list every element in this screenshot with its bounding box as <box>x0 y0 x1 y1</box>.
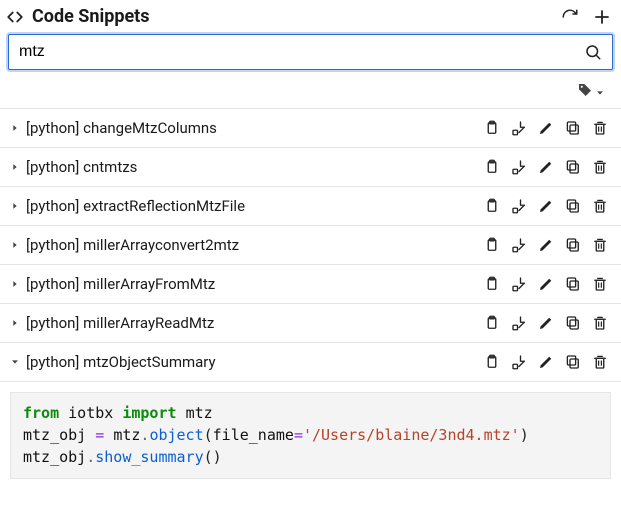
code-icon <box>6 8 24 26</box>
caret-right-icon[interactable] <box>8 162 22 172</box>
edit-button[interactable] <box>537 275 555 293</box>
delete-button[interactable] <box>591 275 609 293</box>
caret-down-icon[interactable] <box>8 357 22 367</box>
duplicate-button[interactable] <box>564 158 582 176</box>
code-paren: ) <box>520 426 529 444</box>
row-actions <box>483 275 609 293</box>
copy-button[interactable] <box>483 314 501 332</box>
search-wrap <box>0 31 621 72</box>
delete-button[interactable] <box>591 158 609 176</box>
panel-title: Code Snippets <box>32 6 150 27</box>
delete-button[interactable] <box>591 353 609 371</box>
row-actions <box>483 158 609 176</box>
code-paren: ( <box>204 448 213 466</box>
copy-button[interactable] <box>483 353 501 371</box>
delete-button[interactable] <box>591 197 609 215</box>
code-string: '/Users/blaine/3nd4.mtz' <box>303 426 520 444</box>
snippet-label: [python] extractReflectionMtzFile <box>26 197 483 215</box>
snippet-row[interactable]: [python] extractReflectionMtzFile <box>0 187 621 226</box>
insert-button[interactable] <box>510 119 528 137</box>
code-receiver: mtz <box>113 426 140 444</box>
code-fn: show_summary <box>95 448 203 466</box>
panel-header: Code Snippets <box>0 0 621 31</box>
edit-button[interactable] <box>537 236 555 254</box>
search-box[interactable] <box>8 34 613 70</box>
code-paren: ( <box>204 426 213 444</box>
code-keyword: from <box>23 404 59 422</box>
caret-right-icon[interactable] <box>8 201 22 211</box>
insert-button[interactable] <box>510 236 528 254</box>
edit-button[interactable] <box>537 119 555 137</box>
header-actions <box>561 8 611 26</box>
tag-icon <box>577 82 593 102</box>
copy-button[interactable] <box>483 197 501 215</box>
caret-right-icon[interactable] <box>8 318 22 328</box>
copy-button[interactable] <box>483 275 501 293</box>
caret-right-icon[interactable] <box>8 240 22 250</box>
copy-button[interactable] <box>483 119 501 137</box>
row-actions <box>483 314 609 332</box>
insert-button[interactable] <box>510 197 528 215</box>
snippet-label: [python] millerArrayFromMtz <box>26 275 483 293</box>
copy-button[interactable] <box>483 236 501 254</box>
code-paren: ) <box>213 448 222 466</box>
code-block: from iotbx import mtz mtz_obj = mtz. obje… <box>10 392 611 479</box>
code-receiver: mtz_obj <box>23 448 86 466</box>
duplicate-button[interactable] <box>564 314 582 332</box>
snippet-label: [python] cntmtzs <box>26 158 483 176</box>
snippet-label: [python] mtzObjectSummary <box>26 353 483 371</box>
refresh-button[interactable] <box>561 8 579 26</box>
delete-button[interactable] <box>591 119 609 137</box>
code-keyword: import <box>122 404 176 422</box>
code-argname: file_name <box>213 426 294 444</box>
copy-button[interactable] <box>483 158 501 176</box>
code-eq: = <box>95 426 104 444</box>
code-eq: = <box>294 426 303 444</box>
duplicate-button[interactable] <box>564 197 582 215</box>
row-actions <box>483 119 609 137</box>
row-actions <box>483 353 609 371</box>
search-icon[interactable] <box>584 43 602 61</box>
delete-button[interactable] <box>591 314 609 332</box>
duplicate-button[interactable] <box>564 236 582 254</box>
code-dot: . <box>86 448 95 466</box>
insert-button[interactable] <box>510 314 528 332</box>
insert-button[interactable] <box>510 158 528 176</box>
code-fn: object <box>149 426 203 444</box>
row-actions <box>483 197 609 215</box>
snippet-label: [python] millerArrayReadMtz <box>26 314 483 332</box>
snippet-row[interactable]: [python] mtzObjectSummary <box>0 343 621 382</box>
tag-filter[interactable] <box>0 72 621 108</box>
snippet-row[interactable]: [python] changeMtzColumns <box>0 109 621 148</box>
snippet-list: [python] changeMtzColumns [python] cntmtz… <box>0 108 621 382</box>
row-actions <box>483 236 609 254</box>
edit-button[interactable] <box>537 158 555 176</box>
delete-button[interactable] <box>591 236 609 254</box>
snippet-row[interactable]: [python] millerArrayconvert2mtz <box>0 226 621 265</box>
insert-button[interactable] <box>510 353 528 371</box>
caret-right-icon[interactable] <box>8 279 22 289</box>
edit-button[interactable] <box>537 314 555 332</box>
chevron-down-icon <box>595 83 605 102</box>
snippet-label: [python] millerArrayconvert2mtz <box>26 236 483 254</box>
insert-button[interactable] <box>510 275 528 293</box>
add-button[interactable] <box>593 8 611 26</box>
duplicate-button[interactable] <box>564 353 582 371</box>
caret-right-icon[interactable] <box>8 123 22 133</box>
duplicate-button[interactable] <box>564 275 582 293</box>
code-import: mtz <box>186 404 213 422</box>
snippet-row[interactable]: [python] cntmtzs <box>0 148 621 187</box>
edit-button[interactable] <box>537 197 555 215</box>
duplicate-button[interactable] <box>564 119 582 137</box>
snippet-label: [python] changeMtzColumns <box>26 119 483 137</box>
code-lhs: mtz_obj <box>23 426 86 444</box>
code-module: iotbx <box>68 404 113 422</box>
search-input[interactable] <box>19 43 584 61</box>
edit-button[interactable] <box>537 353 555 371</box>
panel-title-group: Code Snippets <box>6 6 561 27</box>
snippet-row[interactable]: [python] millerArrayReadMtz <box>0 304 621 343</box>
snippet-row[interactable]: [python] millerArrayFromMtz <box>0 265 621 304</box>
